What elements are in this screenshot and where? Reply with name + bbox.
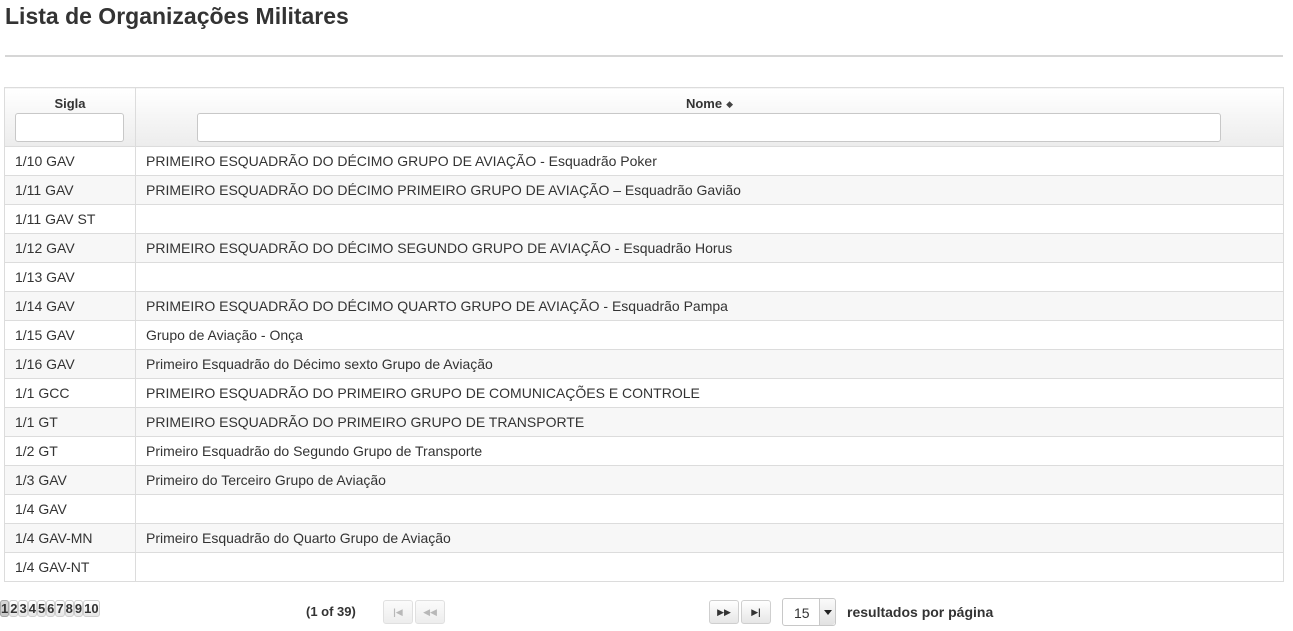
page-link-5[interactable]: 5: [36, 600, 47, 617]
cell-sigla: 1/4 GAV: [4, 494, 136, 524]
filter-input-sigla[interactable]: [15, 113, 124, 142]
cell-sigla: 1/1 GCC: [4, 378, 136, 408]
table-header-row: Sigla Nome ◆: [4, 87, 1284, 147]
table-row[interactable]: 1/11 GAV PRIMEIRO ESQUADRÃO DO DÉCIMO PRI…: [4, 175, 1284, 205]
cell-nome: Primeiro do Terceiro Grupo de Aviação: [135, 465, 1284, 495]
table-row[interactable]: 1/15 GAV Grupo de Aviação - Onça: [4, 320, 1284, 350]
cell-sigla: 1/16 GAV: [4, 349, 136, 379]
rows-per-page-select[interactable]: 15: [782, 598, 836, 626]
cell-sigla: 1/1 GT: [4, 407, 136, 437]
cell-sigla: 1/3 GAV: [4, 465, 136, 495]
page-link-9[interactable]: 9: [73, 600, 84, 617]
table-row[interactable]: 1/2 GT Primeiro Esquadrão do Segundo Grup…: [4, 436, 1284, 466]
page-link-1[interactable]: 1: [0, 600, 10, 617]
filter-input-nome[interactable]: [197, 113, 1221, 142]
column-label-sigla: Sigla: [54, 96, 86, 111]
cell-sigla: 1/2 GT: [4, 436, 136, 466]
cell-nome: PRIMEIRO ESQUADRÃO DO PRIMEIRO GRUPO DE …: [135, 407, 1284, 437]
next-page-icon[interactable]: ▶▶: [709, 600, 739, 624]
cell-nome: PRIMEIRO ESQUADRÃO DO PRIMEIRO GRUPO DE …: [135, 378, 1284, 408]
rows-per-page-value: 15: [794, 605, 810, 621]
first-page-icon[interactable]: |◀: [383, 600, 413, 624]
cell-sigla: 1/4 GAV-MN: [4, 523, 136, 553]
column-header-nome[interactable]: Nome ◆: [135, 87, 1284, 147]
cell-sigla: 1/11 GAV: [4, 175, 136, 205]
table-row[interactable]: 1/3 GAV Primeiro do Terceiro Grupo de Avi…: [4, 465, 1284, 495]
page-link-8[interactable]: 8: [64, 600, 74, 617]
cell-sigla: 1/11 GAV ST: [4, 204, 136, 234]
cell-sigla: 1/10 GAV: [4, 146, 136, 176]
cell-nome: [135, 204, 1284, 234]
cell-sigla: 1/4 GAV-NT: [4, 552, 136, 582]
organizations-table: Sigla Nome ◆ 1/10 GAV PRIMEIRO ESQUADRÃO D…: [4, 87, 1284, 582]
table-row[interactable]: 1/4 GAV-MN Primeiro Esquadrão do Quarto G…: [4, 523, 1284, 553]
table-row[interactable]: 1/11 GAV ST: [4, 204, 1284, 234]
rows-per-page-label: resultados por página: [847, 604, 994, 620]
table-row[interactable]: 1/1 GCC PRIMEIRO ESQUADRÃO DO PRIMEIRO GR…: [4, 378, 1284, 408]
table-row[interactable]: 1/12 GAV PRIMEIRO ESQUADRÃO DO DÉCIMO SEG…: [4, 233, 1284, 263]
caret-down-icon[interactable]: [819, 599, 835, 625]
table-row[interactable]: 1/1 GT PRIMEIRO ESQUADRÃO DO PRIMEIRO GRU…: [4, 407, 1284, 437]
page-link-10[interactable]: 10: [83, 600, 100, 617]
page-link-3[interactable]: 3: [18, 600, 28, 617]
last-page-icon[interactable]: ▶|: [741, 600, 771, 624]
cell-nome: PRIMEIRO ESQUADRÃO DO DÉCIMO PRIMEIRO GR…: [135, 175, 1284, 205]
page-link-4[interactable]: 4: [27, 600, 37, 617]
paginator: (1 of 39) |◀ ◀◀ 1 2 3 4 5 6 7 8 9 10 ▶▶ ▶| 15 res…: [0, 598, 1293, 626]
cell-sigla: 1/13 GAV: [4, 262, 136, 292]
page-title: Lista de Organizações Militares: [5, 3, 349, 29]
sort-up-down-icon[interactable]: ◆: [726, 99, 733, 109]
table-row[interactable]: 1/4 GAV-NT: [4, 552, 1284, 582]
column-label-nome: Nome: [685, 96, 723, 111]
table-row[interactable]: 1/14 GAV PRIMEIRO ESQUADRÃO DO DÉCIMO QUA…: [4, 291, 1284, 321]
cell-nome: [135, 262, 1284, 292]
title-divider: [5, 55, 1283, 57]
table-row[interactable]: 1/13 GAV: [4, 262, 1284, 292]
cell-sigla: 1/14 GAV: [4, 291, 136, 321]
table-row[interactable]: 1/16 GAV Primeiro Esquadrão do Décimo sex…: [4, 349, 1284, 379]
cell-nome: Primeiro Esquadrão do Segundo Grupo de T…: [135, 436, 1284, 466]
cell-nome: PRIMEIRO ESQUADRÃO DO DÉCIMO GRUPO DE AV…: [135, 146, 1284, 176]
previous-page-icon[interactable]: ◀◀: [415, 600, 445, 624]
cell-sigla: 1/12 GAV: [4, 233, 136, 263]
cell-sigla: 1/15 GAV: [4, 320, 136, 350]
cell-nome: PRIMEIRO ESQUADRÃO DO DÉCIMO QUARTO GRUP…: [135, 291, 1284, 321]
cell-nome: Primeiro Esquadrão do Quarto Grupo de Av…: [135, 523, 1284, 553]
cell-nome: Grupo de Aviação - Onça: [135, 320, 1284, 350]
page-link-7[interactable]: 7: [55, 600, 65, 617]
cell-nome: PRIMEIRO ESQUADRÃO DO DÉCIMO SEGUNDO GRU…: [135, 233, 1284, 263]
table-row[interactable]: 1/4 GAV: [4, 494, 1284, 524]
page-report: (1 of 39): [306, 604, 356, 619]
cell-nome: [135, 494, 1284, 524]
cell-nome: Primeiro Esquadrão do Décimo sexto Grupo…: [135, 349, 1284, 379]
cell-nome: [135, 552, 1284, 582]
table-row[interactable]: 1/10 GAV PRIMEIRO ESQUADRÃO DO DÉCIMO GRU…: [4, 146, 1284, 176]
column-header-sigla: Sigla: [4, 87, 136, 147]
